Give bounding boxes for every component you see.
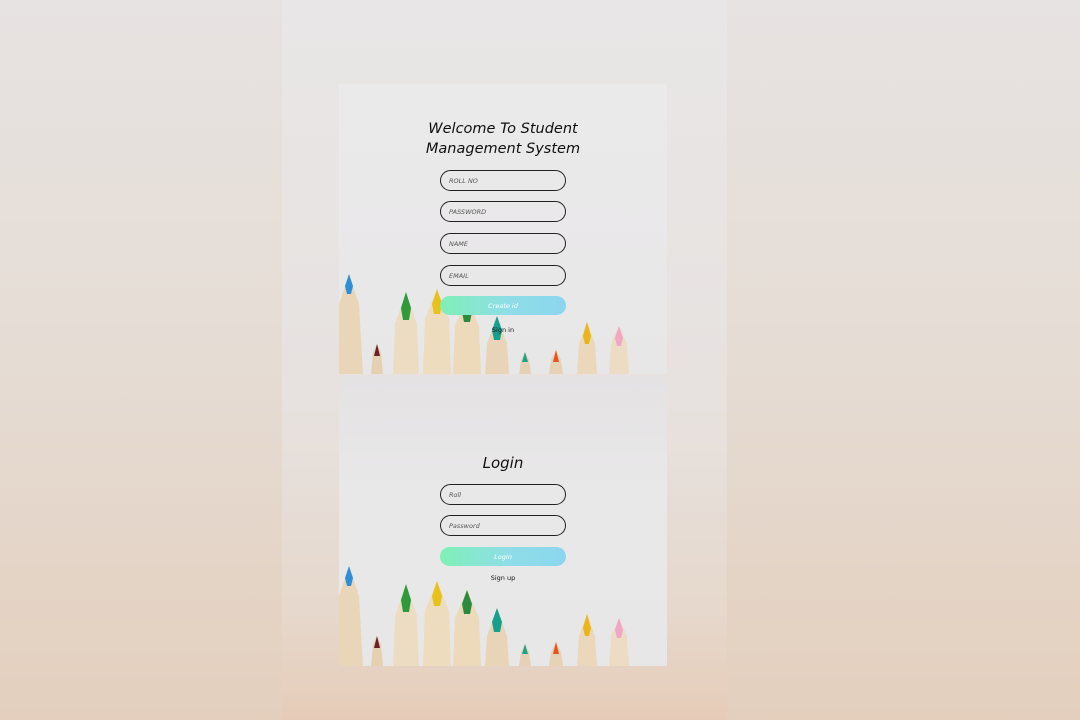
register-title: Welcome To Student Management System: [339, 119, 667, 159]
roll-input[interactable]: [440, 484, 566, 505]
sign-in-link[interactable]: Sign in: [339, 326, 667, 334]
name-input[interactable]: [440, 233, 566, 254]
login-title: Login: [482, 454, 524, 472]
email-input[interactable]: [440, 265, 566, 286]
colored-pencils-illustration: [339, 566, 629, 666]
login-password-input[interactable]: [440, 515, 566, 536]
register-password-input[interactable]: [440, 201, 566, 222]
register-panel: Welcome To Student Management System Cre…: [339, 84, 667, 374]
register-title-line2: Management System: [425, 141, 581, 157]
register-title-line1: Welcome To Student: [428, 121, 578, 137]
create-id-button[interactable]: Create id: [440, 296, 566, 315]
login-button[interactable]: Login: [440, 547, 566, 566]
sign-up-link[interactable]: Sign up: [339, 574, 667, 582]
roll-no-input[interactable]: [440, 170, 566, 191]
login-panel: Login Login Sign up: [339, 376, 667, 666]
